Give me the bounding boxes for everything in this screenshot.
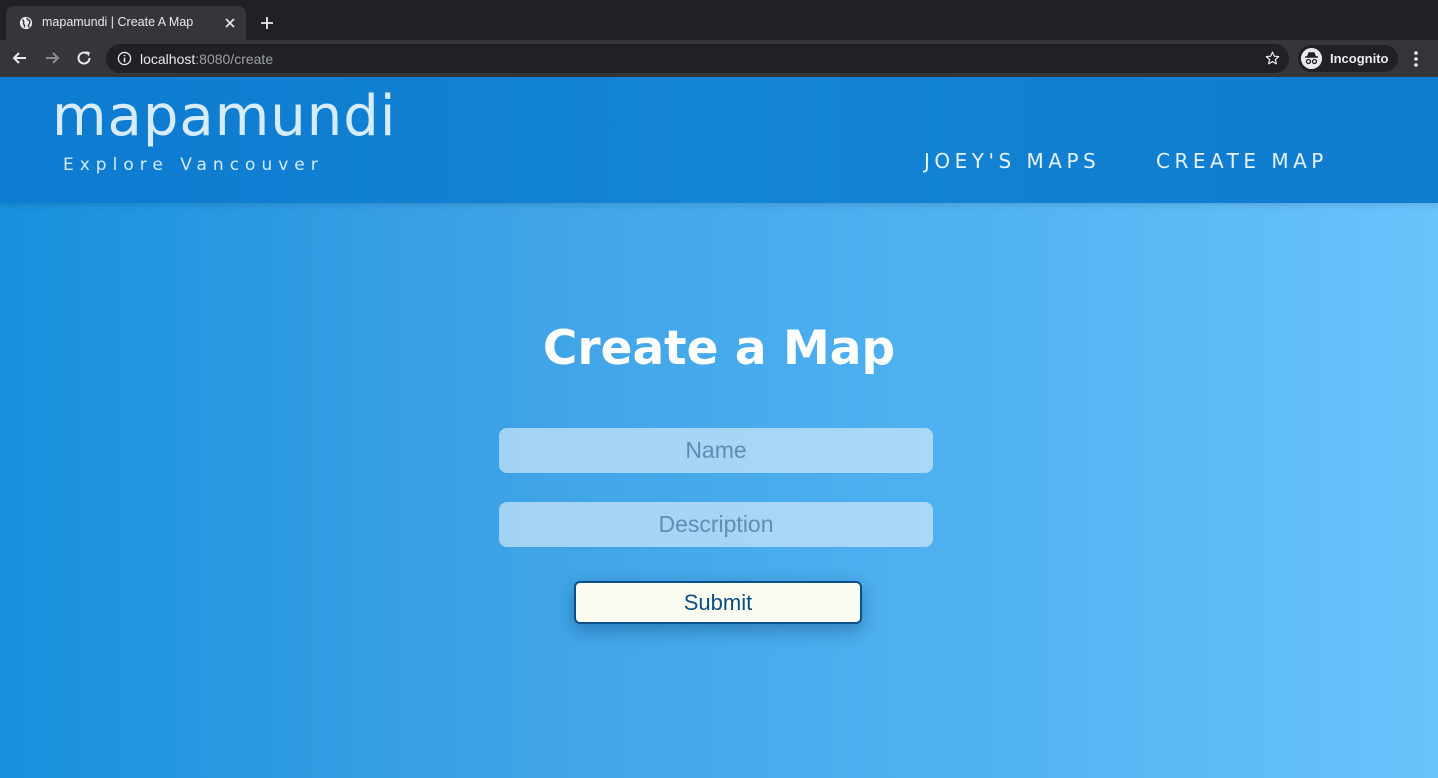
- site-header: mapamundi Explore Vancouver JOEY'S MAPS …: [0, 77, 1438, 203]
- incognito-profile-chip[interactable]: Incognito: [1298, 45, 1398, 72]
- globe-icon: [19, 16, 33, 30]
- bookmark-star-icon[interactable]: [1264, 50, 1281, 67]
- nav-link-create-map[interactable]: CREATE MAP: [1156, 149, 1328, 173]
- name-input[interactable]: [499, 428, 933, 473]
- more-menu-icon[interactable]: [1410, 49, 1422, 69]
- incognito-label: Incognito: [1330, 51, 1389, 66]
- forward-arrow-icon[interactable]: [42, 48, 62, 68]
- browser-tab[interactable]: mapamundi | Create A Map: [6, 6, 246, 40]
- close-tab-icon[interactable]: [222, 15, 238, 31]
- back-arrow-icon[interactable]: [10, 48, 30, 68]
- description-input[interactable]: [499, 502, 933, 547]
- brand-logo-text[interactable]: mapamundi: [52, 89, 396, 145]
- brand-tagline: Explore Vancouver: [63, 155, 324, 175]
- address-bar[interactable]: localhost:8080/create: [106, 44, 1289, 73]
- new-tab-icon[interactable]: [258, 14, 276, 32]
- page-content: mapamundi Explore Vancouver JOEY'S MAPS …: [0, 77, 1438, 778]
- page-title: Create a Map: [542, 321, 896, 376]
- incognito-icon: [1301, 48, 1322, 69]
- tab-title: mapamundi | Create A Map: [42, 15, 194, 29]
- reload-icon[interactable]: [74, 48, 94, 68]
- submit-button[interactable]: Submit: [574, 581, 862, 624]
- browser-tab-strip: mapamundi | Create A Map: [0, 0, 1438, 40]
- browser-toolbar: localhost:8080/create: [0, 40, 1438, 77]
- info-icon[interactable]: [117, 51, 132, 66]
- url-text[interactable]: localhost:8080/create: [140, 51, 273, 67]
- nav-link-joeys-maps[interactable]: JOEY'S MAPS: [924, 149, 1100, 173]
